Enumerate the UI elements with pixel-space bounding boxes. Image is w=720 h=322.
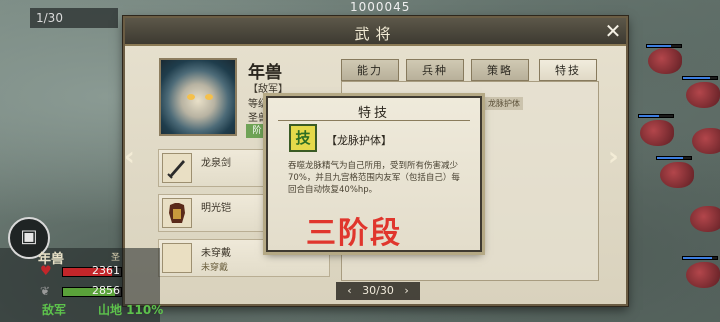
portrait-eye <box>205 94 213 100</box>
enemy-unit[interactable] <box>648 48 682 74</box>
armor-icon <box>162 198 192 228</box>
pager-prev-icon[interactable]: ‹ <box>347 284 351 297</box>
enemy-hp-bar <box>646 44 682 48</box>
general-portrait <box>159 58 237 136</box>
popup-title: 特技 <box>357 106 390 121</box>
enemy-unit[interactable] <box>660 162 694 188</box>
terrain-label: 山地 110% <box>98 303 164 317</box>
top-resource-number: 1000045 <box>350 0 411 14</box>
enemy-hp-bar <box>638 114 674 118</box>
tab-strategy[interactable]: 策略 <box>471 59 529 81</box>
unit-extra: 圣 <box>111 253 121 263</box>
hp-value: 2361 <box>92 264 120 277</box>
tab-special-skill[interactable]: 特技 <box>539 59 597 81</box>
leaf-icon: ❦ <box>40 284 51 298</box>
equipment-status: 未穿戴 <box>201 263 229 273</box>
next-arrow-icon[interactable]: › <box>608 142 619 172</box>
close-icon[interactable]: ✕ <box>602 20 624 42</box>
empty-slot-icon <box>162 243 192 273</box>
skill-name: 【龙脉护体】 <box>326 134 392 147</box>
stage-label: 三阶段 <box>306 216 402 251</box>
enemy-unit[interactable] <box>690 206 720 232</box>
sword-icon <box>162 153 192 183</box>
pager: ‹ 30/30 › <box>336 282 420 300</box>
divider <box>278 120 470 121</box>
tab-troops[interactable]: 兵种 <box>406 59 464 81</box>
skill-icon: 技 <box>289 124 317 152</box>
holy-label: 圣兽 <box>248 113 268 124</box>
equipment-name: 明光铠 <box>201 203 231 214</box>
enemy-unit[interactable] <box>640 120 674 146</box>
portrait-eye <box>187 94 195 100</box>
level-label: 等级 <box>248 99 268 110</box>
skill-chip[interactable]: 龙脉护体 <box>485 97 523 110</box>
camp-label: 敌军 <box>42 303 67 317</box>
pager-next-icon[interactable]: › <box>404 284 408 297</box>
enemy-hp-bar <box>656 156 692 160</box>
enemy-unit[interactable] <box>686 262 720 288</box>
prev-arrow-icon[interactable]: ‹ <box>124 142 135 172</box>
equipment-name: 未穿戴 <box>201 248 231 259</box>
enemy-unit[interactable] <box>692 128 720 154</box>
window-title: 武将 <box>354 25 397 43</box>
pager-text: 30/30 <box>362 284 394 297</box>
mp-value: 2856 <box>92 284 120 297</box>
rank-badge[interactable]: 阶 <box>246 124 268 138</box>
enemy-hp-bar <box>682 256 718 260</box>
faction-tag: 【敌军】 <box>248 84 288 95</box>
enemy-unit[interactable] <box>686 82 720 108</box>
equipment-name: 龙泉剑 <box>201 158 231 169</box>
heart-icon: ♥ <box>40 264 52 279</box>
tab-ability[interactable]: 能力 <box>341 59 399 81</box>
skill-description: 吞噬龙脉精气为自己所用，受到所有伤害减少70%，并且九宫格范围内友军（包括自己）… <box>288 161 460 195</box>
turn-counter: 1/30 <box>30 8 118 28</box>
window-title-bar: 武将 ✕ <box>125 18 626 46</box>
enemy-hp-bar <box>682 76 718 80</box>
